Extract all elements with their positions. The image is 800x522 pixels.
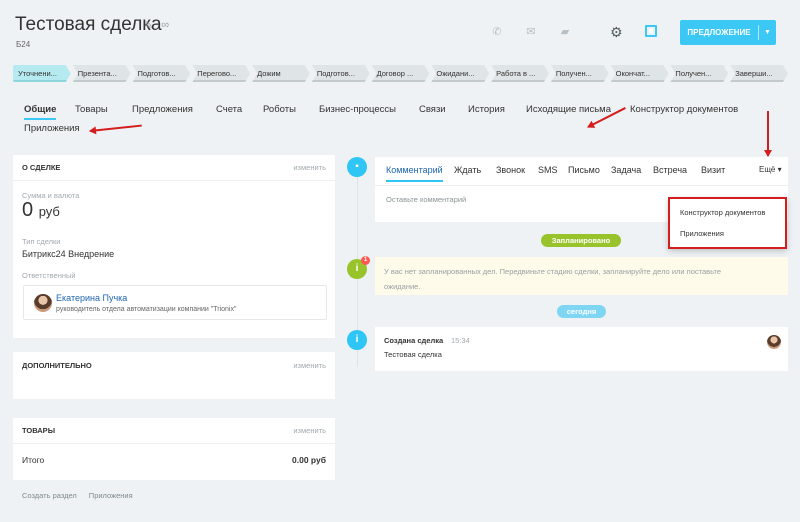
info-icon: i1 xyxy=(347,256,370,279)
tab-document-builder[interactable]: Конструктор документов xyxy=(630,104,738,115)
editor-tab-more[interactable]: Ещё ▾ xyxy=(759,165,782,174)
notification-badge: 1 xyxy=(361,256,370,265)
stage-item[interactable]: Подготов... xyxy=(133,65,191,82)
more-label: Ещё xyxy=(759,165,776,174)
tab-products[interactable]: Товары xyxy=(75,104,108,115)
stage-item[interactable]: Дожим xyxy=(252,65,310,82)
editor-tab-task[interactable]: Задача xyxy=(611,165,641,175)
stage-bar: Уточнени... Презента... Подготов... Пере… xyxy=(13,65,788,82)
tab-general[interactable]: Общие xyxy=(24,104,57,120)
fullscreen-icon[interactable] xyxy=(645,25,657,37)
products-total: Итого 0.00 руб xyxy=(22,455,326,465)
tab-offers[interactable]: Предложения xyxy=(132,104,193,115)
notice-text: У вас нет запланированных дел. Передвинь… xyxy=(384,267,721,291)
editor-divider xyxy=(375,185,788,186)
deal-created-name: Тестовая сделка xyxy=(384,350,442,359)
annotation-arrow xyxy=(89,124,142,132)
gear-icon[interactable]: ⚙ xyxy=(610,24,623,41)
responsible-user[interactable]: Екатерина Пучка руководитель отдела авто… xyxy=(23,285,327,320)
card-header: О СДЕЛКЕ изменить xyxy=(13,155,335,181)
title-tools: ✎ ∞ xyxy=(144,19,169,32)
stage-item[interactable]: Работа в ... xyxy=(491,65,549,82)
menu-item-applications[interactable]: Приложения xyxy=(680,229,724,238)
card-title: ТОВАРЫ xyxy=(22,426,56,435)
stage-item[interactable]: Уточнени... xyxy=(13,65,71,82)
edit-link[interactable]: изменить xyxy=(293,163,326,172)
user-name-link[interactable]: Екатерина Пучка xyxy=(56,293,127,303)
editor-tab-meeting[interactable]: Встреча xyxy=(653,165,687,175)
products-card: ТОВАРЫ изменить Итого 0.00 руб xyxy=(13,418,335,480)
today-badge: сегодня xyxy=(557,305,606,318)
type-label: Тип сделки xyxy=(22,237,61,246)
no-activities-notice: У вас нет запланированных дел. Передвинь… xyxy=(375,257,788,295)
card-header: ТОВАРЫ изменить xyxy=(13,418,335,444)
comment-icon: ▪ xyxy=(347,157,367,177)
applications-link[interactable]: Приложения xyxy=(89,491,133,500)
tab-robots[interactable]: Роботы xyxy=(263,104,296,115)
edit-link[interactable]: изменить xyxy=(293,426,326,435)
stage-item[interactable]: Заверши... xyxy=(730,65,788,82)
more-dropdown-menu: Конструктор документов Приложения xyxy=(668,197,787,249)
stage-item[interactable]: Договор ... xyxy=(372,65,430,82)
stage-item[interactable]: Окончат... xyxy=(611,65,669,82)
deal-created-title: Создана сделка xyxy=(384,336,444,345)
communication-icons: ✆ ✉ ▰ xyxy=(490,26,572,38)
tab-history[interactable]: История xyxy=(468,104,505,115)
tab-outgoing-emails[interactable]: Исходящие письма xyxy=(526,104,611,115)
deal-created-time: 15:34 xyxy=(451,336,470,345)
type-value: Битрикс24 Внедрение xyxy=(22,249,115,259)
total-value: 0.00 руб xyxy=(292,455,326,465)
user-position: руководитель отдела автоматизации компан… xyxy=(56,306,237,313)
amount-currency: руб xyxy=(38,204,60,219)
stage-item[interactable]: Подготов... xyxy=(312,65,370,82)
deal-created-card: Создана сделка 15:34 Тестовая сделка xyxy=(375,327,788,371)
edit-link[interactable]: изменить xyxy=(293,361,326,370)
editor-tab-visit[interactable]: Визит xyxy=(701,165,725,175)
annotation-arrow xyxy=(767,111,769,156)
editor-tab-call[interactable]: Звонок xyxy=(496,165,525,175)
about-card: О СДЕЛКЕ изменить Сумма и валюта 0 руб Т… xyxy=(13,155,335,338)
mail-icon[interactable]: ✉ xyxy=(524,26,538,38)
menu-item-document-builder[interactable]: Конструктор документов xyxy=(680,208,765,217)
tab-business-processes[interactable]: Бизнес-процессы xyxy=(319,104,396,115)
stage-item[interactable]: Презента... xyxy=(73,65,131,82)
stage-item[interactable]: Ожидани... xyxy=(431,65,489,82)
tab-links[interactable]: Связи xyxy=(419,104,446,115)
card-header: ДОПОЛНИТЕЛЬНО изменить xyxy=(13,352,335,378)
editor-tab-email[interactable]: Письмо xyxy=(568,165,600,175)
amount-number: 0 xyxy=(22,199,34,221)
stage-item[interactable]: Перегово... xyxy=(192,65,250,82)
pencil-icon[interactable]: ✎ xyxy=(144,19,153,32)
info-icon: i xyxy=(347,330,367,350)
avatar xyxy=(767,335,781,349)
phone-icon[interactable]: ✆ xyxy=(490,26,504,38)
chevron-down-icon[interactable]: ▼ xyxy=(759,29,776,36)
editor-tab-comment[interactable]: Комментарий xyxy=(386,165,443,182)
chevron-down-icon: ▾ xyxy=(777,165,782,174)
page-subtitle: Б24 xyxy=(16,40,31,49)
stage-item[interactable]: Получен... xyxy=(670,65,728,82)
page-title: Тестовая сделка xyxy=(15,14,162,35)
card-title: О СДЕЛКЕ xyxy=(22,163,61,172)
chat-icon[interactable]: ▰ xyxy=(558,26,572,38)
bottom-links: Создать раздел Приложения xyxy=(22,491,133,500)
stage-item[interactable]: Получен... xyxy=(551,65,609,82)
tab-applications[interactable]: Приложения xyxy=(24,123,80,134)
card-title: ДОПОЛНИТЕЛЬНО xyxy=(22,360,92,370)
offer-button[interactable]: ПРЕДЛОЖЕНИЕ ▼ xyxy=(680,20,776,45)
link-icon[interactable]: ∞ xyxy=(161,19,169,32)
tab-invoices[interactable]: Счета xyxy=(216,104,242,115)
total-label: Итого xyxy=(22,455,45,465)
avatar xyxy=(34,294,52,312)
editor-tab-wait[interactable]: Ждать xyxy=(454,165,481,175)
responsible-label: Ответственный xyxy=(22,271,76,280)
comment-input[interactable]: Оставьте комментарий xyxy=(386,195,466,204)
create-section-link[interactable]: Создать раздел xyxy=(22,491,77,500)
editor-tab-sms[interactable]: SMS xyxy=(538,165,558,175)
offer-button-label: ПРЕДЛОЖЕНИЕ xyxy=(687,28,751,37)
planned-badge: Запланировано xyxy=(541,234,621,247)
amount-value: 0 руб xyxy=(22,199,60,222)
additional-card: ДОПОЛНИТЕЛЬНО изменить xyxy=(13,352,335,399)
